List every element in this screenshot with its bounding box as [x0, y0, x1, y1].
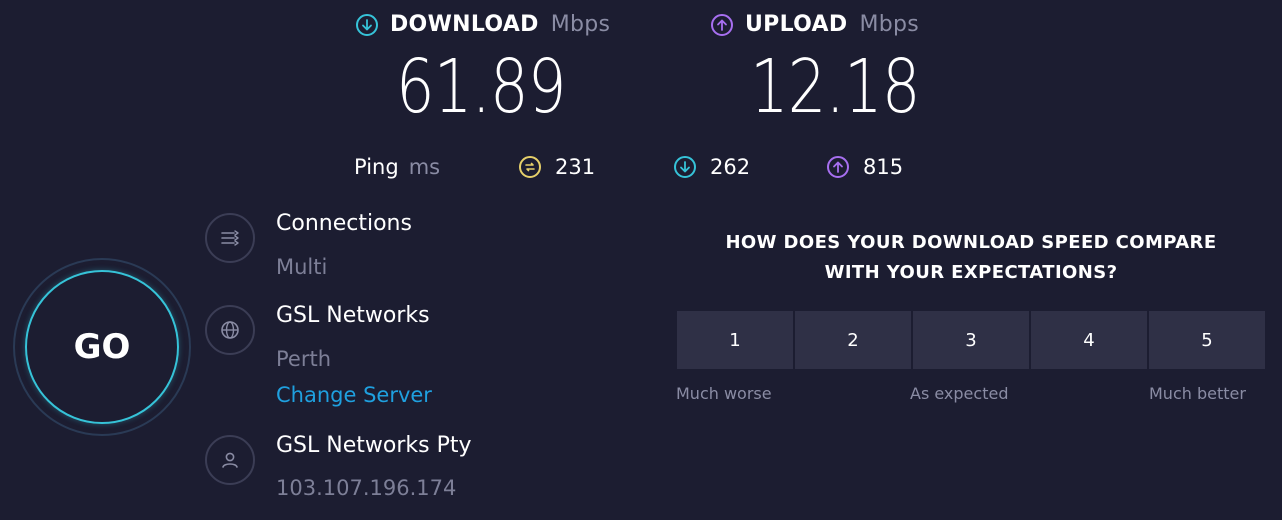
rating-option-5[interactable]: 5: [1149, 311, 1265, 369]
download-arrow-icon: [356, 13, 378, 36]
rating-option-2[interactable]: 2: [795, 311, 911, 369]
globe-icon: [205, 305, 255, 355]
provider-title: GSL Networks Pty: [276, 433, 472, 458]
change-server-link[interactable]: Change Server: [276, 383, 432, 407]
ping-download: 262: [674, 155, 750, 179]
rating-option-1[interactable]: 1: [677, 311, 793, 369]
ping-label-group: Ping ms: [354, 155, 440, 179]
scale-label-mid: As expected: [910, 384, 1009, 403]
go-button-ring[interactable]: GO: [13, 258, 191, 436]
rating-options: 1 2 3 4 5: [677, 311, 1265, 369]
survey-question-line1: HOW DOES YOUR DOWNLOAD SPEED COMPARE: [725, 232, 1217, 253]
download-header: DOWNLOAD Mbps: [356, 12, 610, 37]
download-ping-icon: [674, 156, 696, 178]
ping-idle: 231: [519, 155, 595, 179]
go-button[interactable]: GO: [25, 270, 179, 424]
ping-download-value: 262: [710, 155, 751, 179]
download-unit: Mbps: [550, 12, 611, 37]
ping-upload: 815: [827, 155, 903, 179]
ping-unit: ms: [408, 155, 441, 179]
connections-icon: [205, 213, 255, 263]
ping-idle-value: 231: [555, 155, 596, 179]
rating-option-4[interactable]: 4: [1031, 311, 1147, 369]
scale-label-low: Much worse: [676, 384, 772, 403]
rating-option-3[interactable]: 3: [913, 311, 1029, 369]
upload-speed-value: 12.18: [750, 44, 920, 130]
server-location: Perth: [276, 347, 332, 371]
user-icon: [205, 435, 255, 485]
upload-unit: Mbps: [859, 12, 920, 37]
connections-value: Multi: [276, 255, 328, 279]
upload-header: UPLOAD Mbps: [711, 12, 919, 37]
ping-upload-value: 815: [863, 155, 904, 179]
provider-ip: 103.107.196.174: [276, 476, 457, 500]
survey-question: HOW DOES YOUR DOWNLOAD SPEED COMPARE WIT…: [676, 228, 1266, 288]
upload-arrow-icon: [711, 13, 733, 36]
connections-title: Connections: [276, 211, 412, 236]
download-speed-value: 61.89: [396, 44, 566, 130]
scale-label-high: Much better: [1149, 384, 1246, 403]
upload-label: UPLOAD: [745, 12, 848, 37]
survey-question-line2: WITH YOUR EXPECTATIONS?: [824, 262, 1118, 283]
idle-ping-icon: [519, 156, 541, 178]
ping-label: Ping: [354, 155, 399, 179]
download-label: DOWNLOAD: [390, 12, 539, 37]
upload-ping-icon: [827, 156, 849, 178]
server-title: GSL Networks: [276, 303, 430, 328]
